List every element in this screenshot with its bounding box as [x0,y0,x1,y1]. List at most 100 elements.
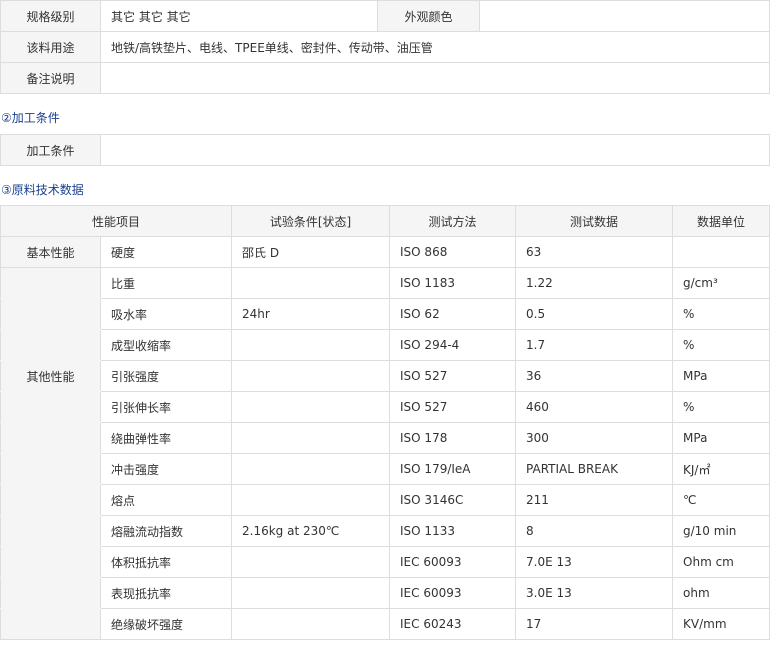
condition-cell: 24hr [231,298,391,330]
method-cell: ISO 3146C [389,484,517,516]
method-cell: ISO 868 [389,236,517,268]
table-row: 绕曲弹性率 ISO 178 300 MPa [0,422,770,454]
unit-cell: g/10 min [672,515,770,547]
condition-cell [231,267,391,299]
condition-cell [231,329,391,361]
category-cell [0,298,101,330]
value-cell: 1.22 [515,267,674,299]
unit-cell: ℃ [672,484,770,516]
table-row: 加工条件 [0,134,770,166]
header-value: 测试数据 [515,205,674,237]
table-row: 引张伸长率 ISO 527 460% [0,391,770,423]
processing-value [100,134,770,166]
method-cell: ISO 1133 [389,515,517,547]
unit-cell: MPa [672,422,770,454]
unit-cell: KJ/㎡ [672,453,770,485]
value-cell: 3.0E 13 [515,577,674,609]
category-cell [0,608,101,640]
condition-cell [231,546,391,578]
item-cell: 硬度 [99,236,233,268]
table-row: 基本性能 硬度 邵氏 D ISO 868 63 [0,236,770,268]
condition-cell: 邵氏 D [231,236,391,268]
category-cell [0,391,101,423]
tech-data-body: 基本性能 硬度 邵氏 D ISO 868 63 比重 ISO 1183 1.22 g/cm³ 吸水… [0,236,770,640]
condition-cell: 2.16kg at 230℃ [231,515,391,547]
value-cell: 0.5 [515,298,674,330]
header-method: 测试方法 [389,205,517,237]
item-cell: 绕曲弹性率 [99,422,233,454]
value-cell: 211 [515,484,674,516]
value-cell: 460 [515,391,674,423]
spec-value: 其它 其它 其它 [100,0,378,32]
value-cell: 300 [515,422,674,454]
value-cell: 17 [515,608,674,640]
unit-cell: MPa [672,360,770,392]
condition-cell [231,484,391,516]
header-item: 性能项目 [0,205,233,237]
unit-cell: g/cm³ [672,267,770,299]
table-row: 其他性能 引张强度 ISO 527 36 MPa [0,360,770,392]
condition-cell [231,391,391,423]
processing-label: 加工条件 [0,134,101,166]
method-cell: ISO 527 [389,360,517,392]
category-cell [0,515,101,547]
value-cell: 7.0E 13 [515,546,674,578]
item-cell: 比重 [99,267,233,299]
unit-cell: % [672,391,770,423]
method-cell: ISO 178 [389,422,517,454]
table-row: 绝缘破坏强度 IEC 60243 17 KV/mm [0,608,770,640]
method-cell: ISO 1183 [389,267,517,299]
table-row: 熔融流动指数 2.16kg at 230℃ ISO 1133 8 g/10 min [0,515,770,547]
condition-cell [231,608,391,640]
item-cell: 熔融流动指数 [99,515,233,547]
spec-value [100,62,770,94]
item-cell: 冲击强度 [99,453,233,485]
table-row: 成型收缩率 ISO 294-4 1.7% [0,329,770,361]
value-cell: 1.7 [515,329,674,361]
item-cell: 熔点 [99,484,233,516]
value-cell: 63 [515,236,674,268]
item-cell: 成型收缩率 [99,329,233,361]
method-cell: ISO 527 [389,391,517,423]
method-cell: IEC 60243 [389,608,517,640]
table-row: 冲击强度 ISO 179/IeA PARTIAL BREAK KJ/㎡ [0,453,770,485]
item-cell: 引张伸长率 [99,391,233,423]
table-row: 吸水率 24hr ISO 62 0.5% [0,298,770,330]
item-cell: 表现抵抗率 [99,577,233,609]
processing-table: 加工条件 [0,134,770,166]
condition-cell [231,453,391,485]
spec-label: 备注说明 [0,62,101,94]
table-row: 备注说明 [0,62,770,94]
category-cell [0,577,101,609]
table-row: 比重 ISO 1183 1.22 g/cm³ [0,267,770,299]
method-cell: IEC 60093 [389,577,517,609]
table-header-row: 性能项目 试验条件[状态] 测试方法 测试数据 数据单位 [0,205,770,237]
unit-cell [672,236,770,268]
unit-cell: % [672,298,770,330]
category-cell [0,329,101,361]
spec-table: 规格级别 其它 其它 其它 外观颜色 该料用途 地铁/高铁垫片、电线、TPEE单… [0,0,770,94]
spec-value [479,0,770,32]
category-cell [0,453,101,485]
condition-cell [231,422,391,454]
section-title-processing: ②加工条件 [1,111,60,125]
table-row: 体积抵抗率 IEC 60093 7.0E 13 Ohm cm [0,546,770,578]
section-title-tech-data: ③原料技术数据 [1,183,84,197]
item-cell: 绝缘破坏强度 [99,608,233,640]
condition-cell [231,360,391,392]
spec-label: 外观颜色 [377,0,480,32]
category-cell [0,546,101,578]
unit-cell: % [672,329,770,361]
unit-cell: Ohm cm [672,546,770,578]
unit-cell: ohm [672,577,770,609]
condition-cell [231,577,391,609]
item-cell: 引张强度 [99,360,233,392]
category-cell [0,267,101,299]
unit-cell: KV/mm [672,608,770,640]
header-unit: 数据单位 [672,205,770,237]
tech-data-table: 性能项目 试验条件[状态] 测试方法 测试数据 数据单位 基本性能 硬度 邵氏 DI… [0,205,770,640]
category-cell: 基本性能 [0,236,101,268]
item-cell: 体积抵抗率 [99,546,233,578]
category-cell: 其他性能 [0,360,101,392]
spec-label: 该料用途 [0,31,101,63]
